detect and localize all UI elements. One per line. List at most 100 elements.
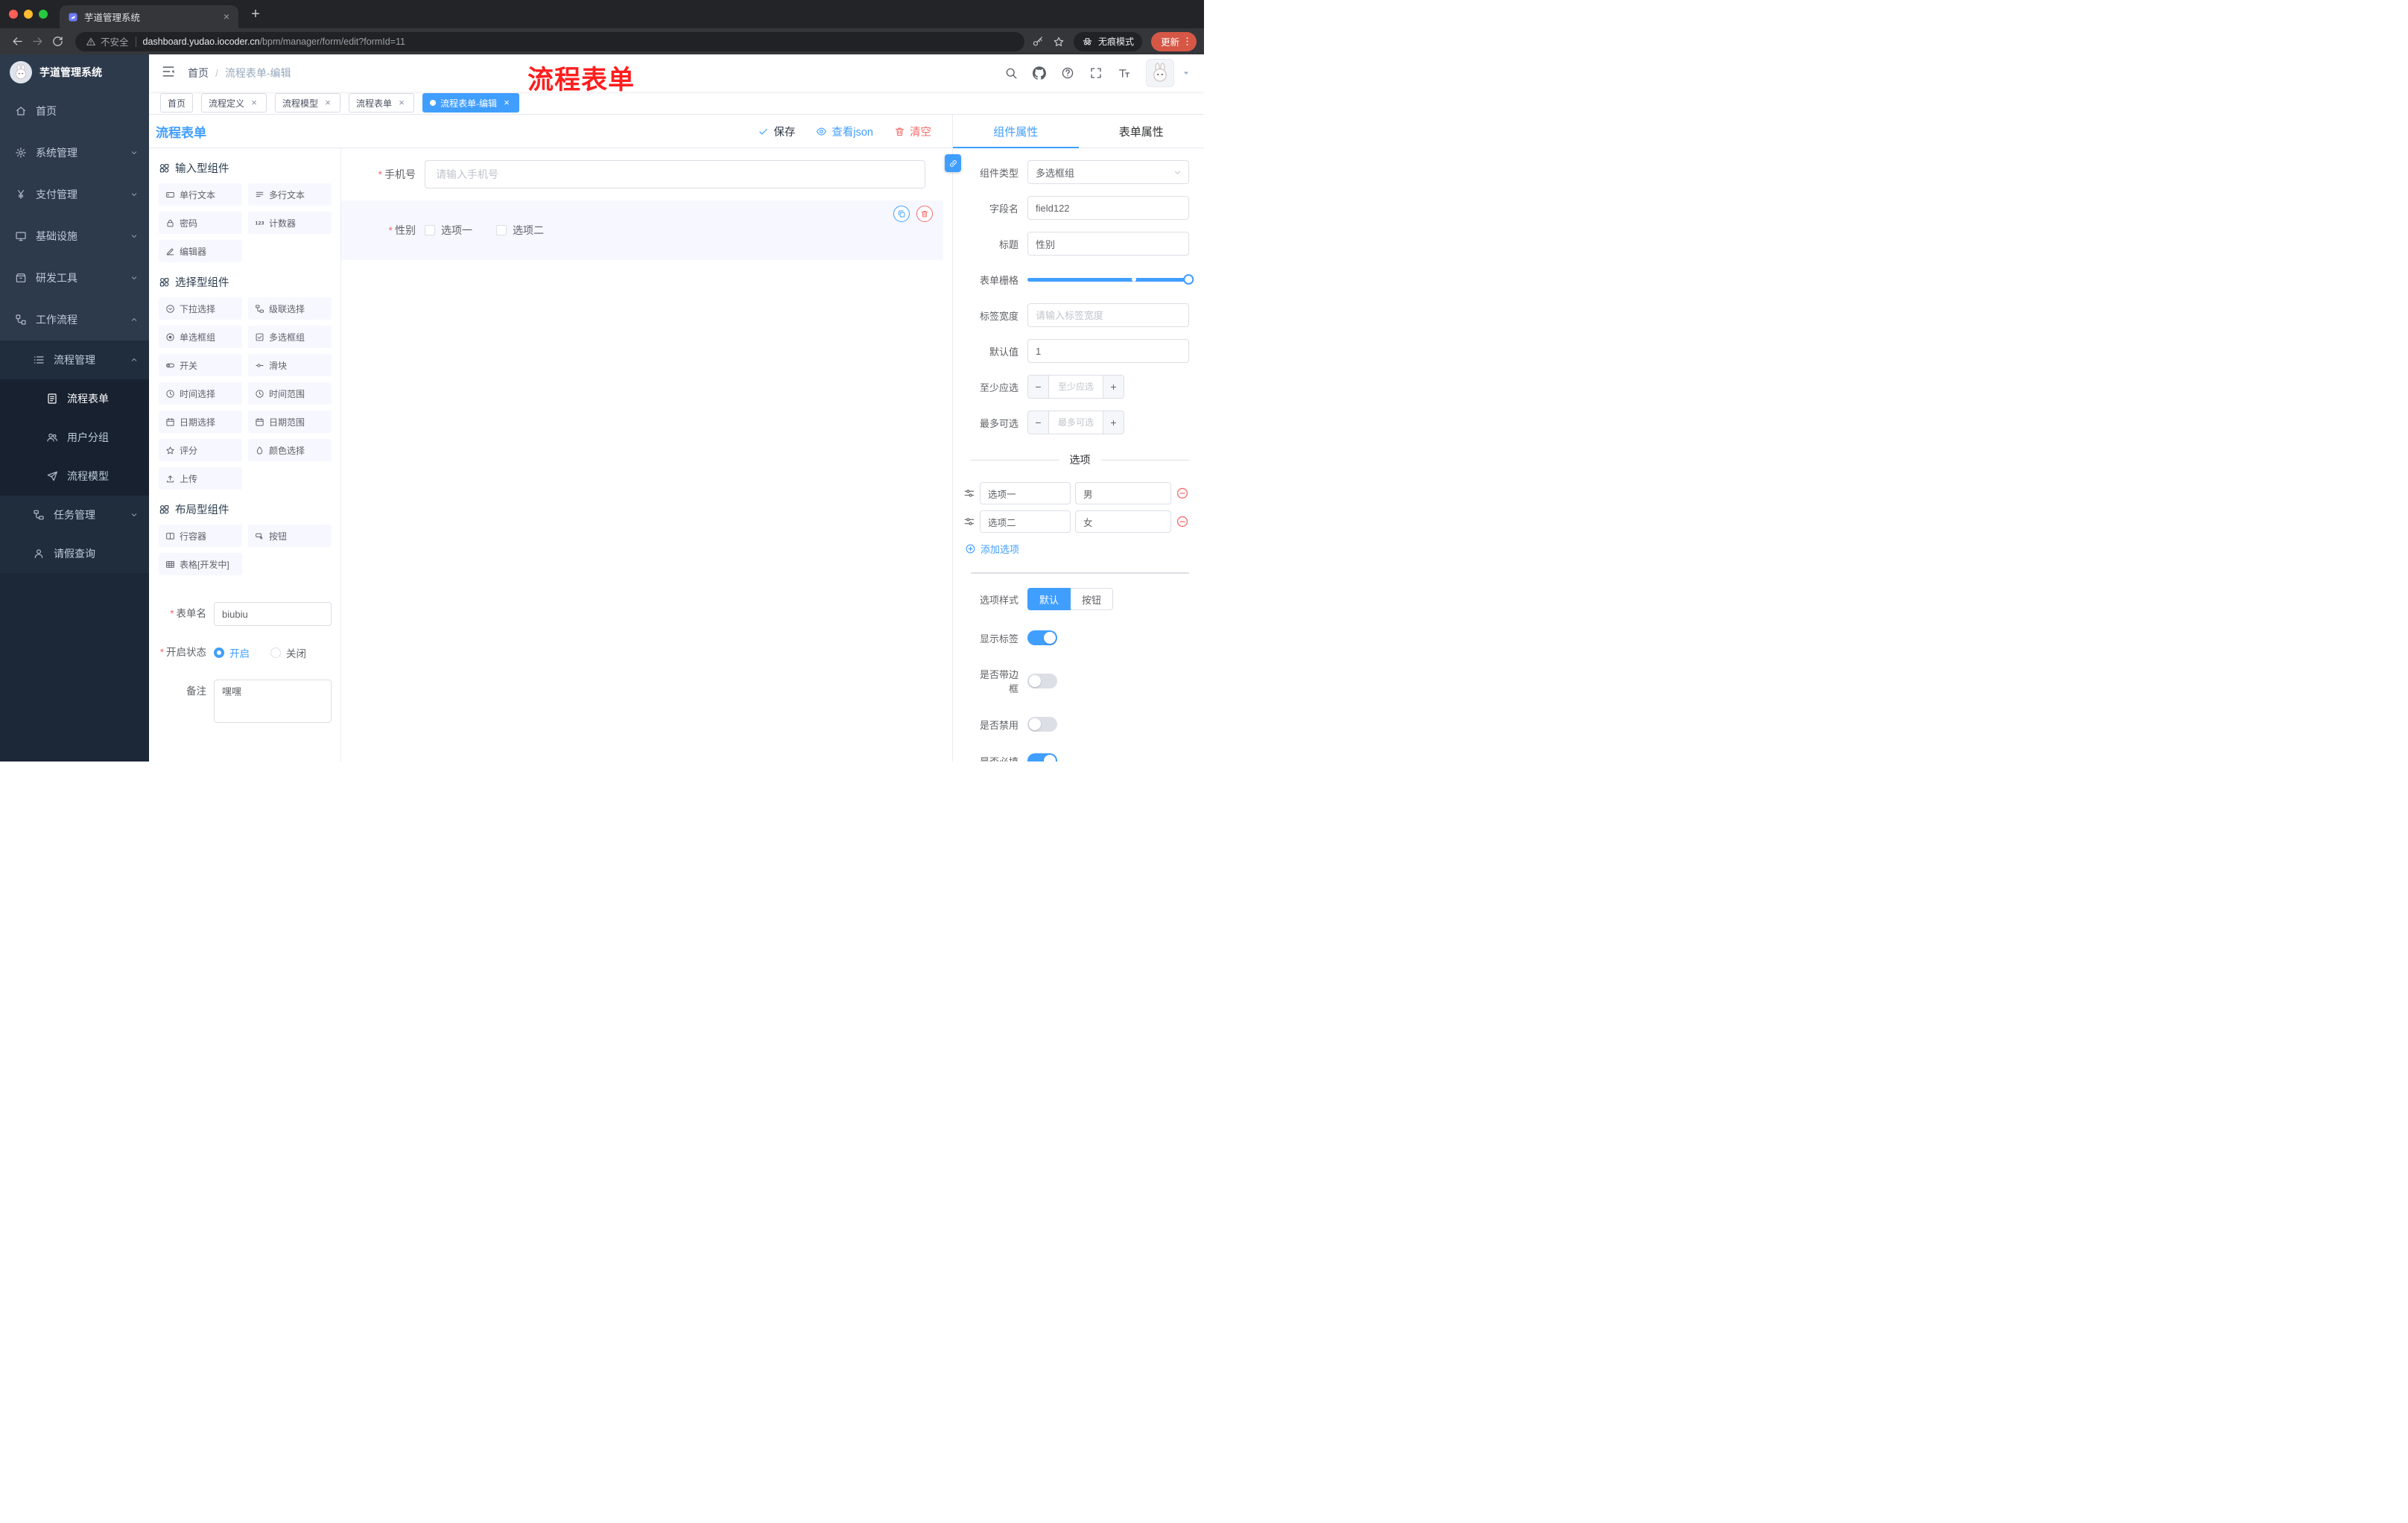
remove-option-icon[interactable] bbox=[1176, 487, 1189, 500]
sidebar-item-workflow[interactable]: 工作流程 bbox=[0, 299, 149, 341]
pal-item-date-range[interactable]: 日期范围 bbox=[248, 411, 332, 433]
bookmark-star-icon[interactable] bbox=[1053, 36, 1065, 48]
address-bar[interactable]: 不安全 dashboard.yudao.iocoder.cn/bpm/manag… bbox=[75, 31, 1024, 51]
required-switch[interactable] bbox=[1027, 753, 1057, 762]
stepper-increase-button[interactable] bbox=[1103, 376, 1124, 398]
pal-item-select[interactable]: 下拉选择 bbox=[159, 297, 242, 320]
user-avatar[interactable] bbox=[1146, 59, 1174, 87]
checkbox-box[interactable] bbox=[425, 225, 435, 235]
stepper-increase-button[interactable] bbox=[1103, 411, 1124, 434]
fullscreen-icon[interactable] bbox=[1089, 66, 1103, 80]
canvas-field-phone[interactable]: 手机号 bbox=[350, 160, 925, 189]
stepper-decrease-button[interactable] bbox=[1028, 376, 1049, 398]
sidebar-item-payment[interactable]: 支付管理 bbox=[0, 174, 149, 215]
sidebar-toggle-button[interactable] bbox=[161, 64, 176, 82]
font-size-icon[interactable] bbox=[1118, 66, 1131, 80]
tag-process-model[interactable]: 流程模型 bbox=[275, 93, 341, 113]
sidebar-item-system[interactable]: 系统管理 bbox=[0, 132, 149, 174]
tab-close-icon[interactable] bbox=[221, 11, 232, 23]
tag-close-icon[interactable] bbox=[501, 98, 512, 108]
add-option-button[interactable]: 添加选项 bbox=[965, 542, 1189, 556]
stepper-decrease-button[interactable] bbox=[1028, 411, 1049, 434]
disabled-switch[interactable] bbox=[1027, 717, 1057, 732]
form-grid-slider[interactable] bbox=[1027, 267, 1194, 291]
tag-process-form-edit[interactable]: 流程表单-编辑 bbox=[422, 93, 520, 113]
pal-item-table[interactable]: 表格[开发中] bbox=[159, 553, 242, 575]
pal-item-button[interactable]: 按钮 bbox=[248, 525, 332, 547]
sidebar-item-process-model[interactable]: 流程模型 bbox=[0, 457, 149, 495]
clear-button[interactable]: 清空 bbox=[894, 124, 931, 139]
checkbox-box[interactable] bbox=[496, 225, 507, 235]
pal-item-color[interactable]: 颜色选择 bbox=[248, 439, 332, 461]
radio-open[interactable]: 开启 bbox=[214, 645, 250, 660]
pal-item-single-line-text[interactable]: 单行文本 bbox=[159, 183, 242, 206]
form-remark-textarea[interactable]: 嘿嘿 bbox=[214, 680, 332, 723]
copy-component-button[interactable] bbox=[893, 206, 910, 222]
forward-button[interactable] bbox=[28, 31, 48, 51]
pal-item-editor[interactable]: 编辑器 bbox=[159, 240, 242, 262]
min-select-input[interactable] bbox=[1049, 376, 1103, 398]
window-close-button[interactable] bbox=[9, 10, 18, 19]
password-key-icon[interactable] bbox=[1032, 36, 1044, 48]
tab-form-props[interactable]: 表单属性 bbox=[1079, 115, 1205, 148]
pal-item-date[interactable]: 日期选择 bbox=[159, 411, 242, 433]
sidebar-item-devtools[interactable]: 研发工具 bbox=[0, 257, 149, 299]
breadcrumb-home[interactable]: 首页 bbox=[188, 66, 209, 80]
style-default-button[interactable]: 默认 bbox=[1027, 588, 1071, 610]
option-value-input[interactable] bbox=[1075, 510, 1171, 533]
slider-handle[interactable] bbox=[1183, 274, 1194, 285]
pal-item-password[interactable]: 密码 bbox=[159, 212, 242, 234]
tab-component-props[interactable]: 组件属性 bbox=[953, 115, 1079, 148]
form-name-input[interactable] bbox=[214, 602, 332, 626]
option-value-input[interactable] bbox=[1075, 482, 1171, 504]
tag-home[interactable]: 首页 bbox=[160, 93, 194, 113]
checkbox-option-1[interactable]: 选项一 bbox=[425, 223, 472, 238]
pal-item-rate[interactable]: 评分 bbox=[159, 439, 242, 461]
slider-track[interactable] bbox=[1027, 274, 1194, 285]
pal-item-multi-line-text[interactable]: 多行文本 bbox=[248, 183, 332, 206]
reload-button[interactable] bbox=[48, 31, 68, 51]
github-icon[interactable] bbox=[1033, 66, 1046, 80]
tag-close-icon[interactable] bbox=[323, 98, 333, 108]
link-icon[interactable] bbox=[945, 154, 961, 172]
pal-item-radio-group[interactable]: 单选框组 bbox=[159, 326, 242, 348]
view-json-button[interactable]: 查看json bbox=[816, 124, 873, 139]
window-minimize-button[interactable] bbox=[24, 10, 33, 19]
phone-input[interactable] bbox=[425, 160, 925, 189]
show-label-switch[interactable] bbox=[1027, 630, 1057, 645]
checkbox-option-2[interactable]: 选项二 bbox=[496, 223, 544, 238]
sidebar-item-home[interactable]: 首页 bbox=[0, 90, 149, 132]
tag-process-form[interactable]: 流程表单 bbox=[349, 93, 415, 113]
tag-process-definition[interactable]: 流程定义 bbox=[201, 93, 267, 113]
tag-close-icon[interactable] bbox=[249, 98, 259, 108]
browser-tab[interactable]: 芋道管理系统 bbox=[60, 5, 238, 28]
sidebar-item-process-management[interactable]: 流程管理 bbox=[0, 341, 149, 379]
pal-item-slider[interactable]: 滑块 bbox=[248, 354, 332, 376]
field-name-input[interactable] bbox=[1027, 196, 1189, 220]
pal-item-time[interactable]: 时间选择 bbox=[159, 382, 242, 405]
sidebar-item-infrastructure[interactable]: 基础设施 bbox=[0, 215, 149, 257]
tag-close-icon[interactable] bbox=[396, 98, 407, 108]
security-label[interactable]: 不安全 bbox=[101, 34, 129, 48]
radio-closed[interactable]: 关闭 bbox=[270, 645, 306, 660]
search-icon[interactable] bbox=[1004, 66, 1018, 80]
drag-handle-icon[interactable] bbox=[963, 487, 975, 499]
remove-option-icon[interactable] bbox=[1176, 515, 1189, 528]
option-name-input[interactable] bbox=[980, 510, 1071, 533]
with-border-switch[interactable] bbox=[1027, 674, 1057, 688]
default-value-input[interactable] bbox=[1027, 339, 1189, 363]
pal-item-cascader[interactable]: 级联选择 bbox=[248, 297, 332, 320]
canvas-field-gender-selected[interactable]: 性别 选项一 选项二 bbox=[341, 200, 943, 260]
pal-item-time-range[interactable]: 时间范围 bbox=[248, 382, 332, 405]
pal-item-switch[interactable]: 开关 bbox=[159, 354, 242, 376]
pal-item-counter[interactable]: 计数器 bbox=[248, 212, 332, 234]
option-name-input[interactable] bbox=[980, 482, 1071, 504]
max-select-input[interactable] bbox=[1049, 411, 1103, 434]
label-width-input[interactable] bbox=[1027, 303, 1189, 327]
sidebar-item-process-form[interactable]: 流程表单 bbox=[0, 379, 149, 418]
new-tab-button[interactable] bbox=[246, 4, 265, 24]
drag-handle-icon[interactable] bbox=[963, 516, 975, 528]
pal-item-upload[interactable]: 上传 bbox=[159, 467, 242, 490]
delete-component-button[interactable] bbox=[916, 206, 933, 222]
sidebar-item-leave-query[interactable]: 请假查询 bbox=[0, 534, 149, 573]
